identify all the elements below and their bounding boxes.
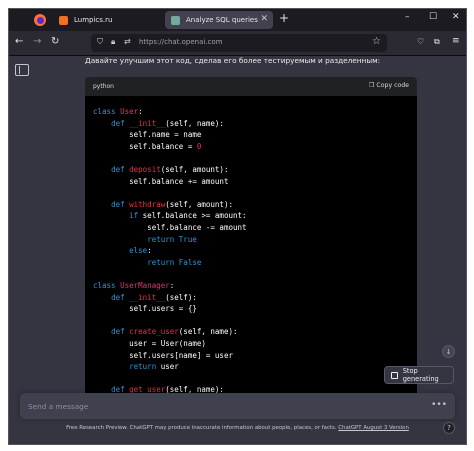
code-line: def __init__(self, name): xyxy=(111,118,224,128)
scroll-down-button[interactable]: ↓ xyxy=(442,345,455,358)
message-placeholder: Send a message xyxy=(28,402,89,411)
code-line: else: xyxy=(129,246,152,256)
lumpics-favicon-icon xyxy=(59,15,68,25)
tab-title: Analyze SQL queries xyxy=(186,16,258,24)
code-line: self.name = name xyxy=(93,130,202,140)
permissions-icon[interactable]: ⇄ xyxy=(124,37,131,46)
code-line: return False xyxy=(147,257,202,267)
tab-strip: Lumpics.ru Analyze SQL queries ✕ + – ☐ ✕ xyxy=(9,9,466,31)
new-tab-button[interactable]: + xyxy=(279,11,289,25)
code-line: self.users[name] = user xyxy=(93,350,233,360)
stop-generating-label: Stop generating xyxy=(402,367,439,383)
footer-disclaimer: Free Research Preview. ChatGPT may produ… xyxy=(9,425,466,431)
navigation-bar: ← → ↻ ⛉ 🔒︎ ⇄ https://chat.openai.com ☆ ♡… xyxy=(9,31,466,56)
minimize-button[interactable]: – xyxy=(405,12,410,22)
maximize-button[interactable]: ☐ xyxy=(429,12,437,22)
menu-icon[interactable]: ≡ xyxy=(452,36,460,46)
user-prompt: Давайте улучшим этот код, сделав его бол… xyxy=(85,56,381,65)
stop-generating-button[interactable]: Stop generating xyxy=(384,366,454,384)
lock-icon[interactable]: 🔒︎ xyxy=(111,37,115,47)
message-input[interactable]: Send a message ••• xyxy=(20,393,455,419)
help-icon: ? xyxy=(447,424,451,432)
footer-text: Free Research Preview. ChatGPT may produ… xyxy=(66,425,339,431)
firefox-icon[interactable] xyxy=(33,13,47,27)
code-line: if self.balance >= amount: xyxy=(129,211,247,221)
pocket-icon[interactable]: ♡ xyxy=(417,37,424,46)
code-line: class UserManager: xyxy=(93,281,175,290)
code-line: user = User(name) xyxy=(93,339,206,348)
sidebar-toggle-icon[interactable] xyxy=(15,64,29,76)
code-block-header: python ❐ Copy code xyxy=(85,77,417,96)
reload-icon[interactable]: ↻ xyxy=(51,36,59,47)
code-line: self.balance = 0 xyxy=(93,141,202,151)
chatgpt-favicon-icon xyxy=(171,15,180,25)
code-line: return user xyxy=(129,362,179,372)
code-line: class User: xyxy=(93,107,143,116)
tab-lumpics[interactable]: Lumpics.ru xyxy=(53,11,157,29)
close-tab-icon[interactable]: ✕ xyxy=(260,14,268,24)
code-line: def withdraw(self, amount): xyxy=(111,199,233,209)
code-block: class User: def __init__(self, name): se… xyxy=(85,96,417,396)
address-bar[interactable]: ⛉ 🔒︎ ⇄ https://chat.openai.com ☆ xyxy=(91,34,387,52)
copy-code-button[interactable]: ❐ Copy code xyxy=(369,82,409,89)
back-arrow-icon[interactable]: ← xyxy=(15,36,23,47)
url-text[interactable]: https://chat.openai.com xyxy=(139,38,223,46)
help-button[interactable]: ? xyxy=(443,422,455,434)
code-line: def deposit(self, amount): xyxy=(111,165,229,174)
tab-chatgpt[interactable]: Analyze SQL queries ✕ xyxy=(165,11,273,29)
code-line: def create_user(self, name): xyxy=(111,327,238,337)
close-window-button[interactable]: ✕ xyxy=(452,12,460,22)
version-link[interactable]: ChatGPT August 3 Version xyxy=(338,425,409,431)
code-line: self.balance += amount xyxy=(93,176,229,186)
bookmark-star-icon[interactable]: ☆ xyxy=(372,36,381,47)
copy-code-label: Copy code xyxy=(376,82,409,89)
forward-arrow-icon[interactable]: → xyxy=(33,36,41,47)
shield-icon[interactable]: ⛉ xyxy=(97,37,103,47)
code-line: self.users = {} xyxy=(93,304,197,314)
arrow-down-icon: ↓ xyxy=(445,347,452,356)
extensions-icon[interactable]: ⧉ xyxy=(434,37,440,47)
browser-window: Lumpics.ru Analyze SQL queries ✕ + – ☐ ✕… xyxy=(8,8,467,445)
code-line: def __init__(self): xyxy=(111,292,197,302)
code-language-label: python xyxy=(93,83,114,90)
typing-dots-icon: ••• xyxy=(431,400,447,410)
tab-title: Lumpics.ru xyxy=(74,16,113,24)
clipboard-icon: ❐ xyxy=(368,82,375,89)
stop-square-icon xyxy=(391,371,398,379)
code-line: self.balance -= amount xyxy=(93,223,247,232)
code-line: return True xyxy=(147,234,197,244)
